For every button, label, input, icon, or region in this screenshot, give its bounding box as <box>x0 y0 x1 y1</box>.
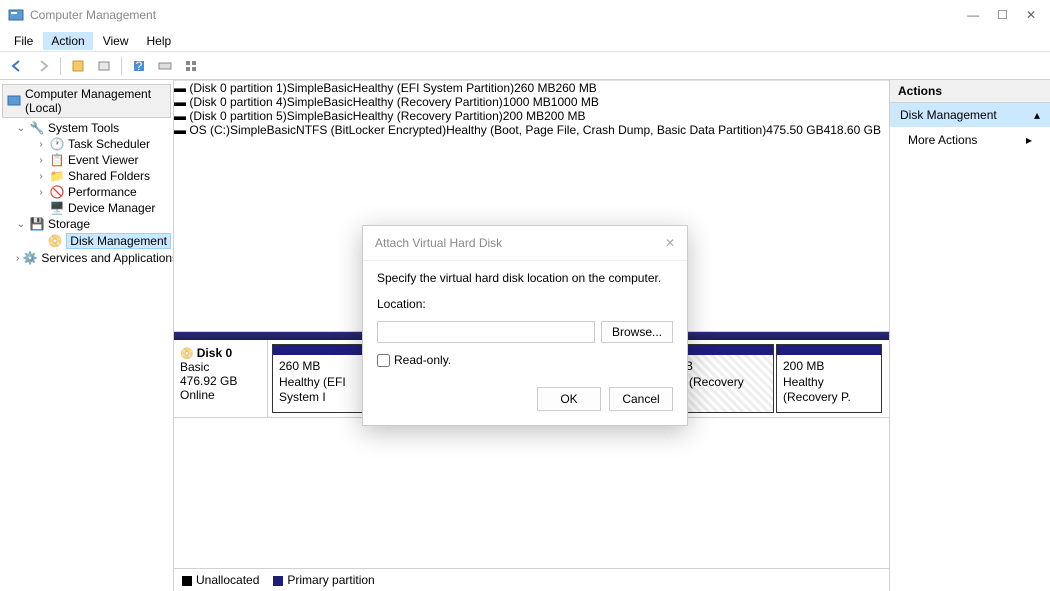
app-icon <box>8 7 24 23</box>
browse-button[interactable]: Browse... <box>601 321 673 343</box>
partition-box[interactable]: 200 MBHealthy (Recovery P. <box>776 344 882 413</box>
menu-view[interactable]: View <box>95 32 137 50</box>
menubar: File Action View Help <box>0 30 1050 52</box>
cancel-button[interactable]: Cancel <box>609 387 673 411</box>
readonly-label: Read-only. <box>394 353 451 367</box>
location-label: Location: <box>377 297 673 311</box>
wrench-icon: 🔧 <box>30 121 44 135</box>
table-row[interactable]: ▬ OS (C:)SimpleBasicNTFS (BitLocker Encr… <box>174 123 889 137</box>
tree-disk-management[interactable]: 📀Disk Management <box>2 232 171 250</box>
titlebar: Computer Management — ☐ ✕ <box>0 0 1050 30</box>
actions-panel: Actions Disk Management▴ More Actions▸ <box>890 80 1050 591</box>
disk-info[interactable]: 📀 Disk 0 Basic 476.92 GB Online <box>174 340 268 417</box>
tree-system-tools[interactable]: ⌄🔧System Tools <box>2 120 171 136</box>
computer-icon <box>7 94 21 108</box>
svg-text:?: ? <box>136 59 143 73</box>
maximize-button[interactable]: ☐ <box>997 8 1008 22</box>
actions-more[interactable]: More Actions▸ <box>890 127 1050 153</box>
perf-icon: 🚫 <box>50 185 64 199</box>
toolbar: ? <box>0 52 1050 80</box>
services-icon: ⚙️ <box>23 251 37 265</box>
readonly-checkbox[interactable] <box>377 354 390 367</box>
help-icon[interactable]: ? <box>128 55 150 77</box>
tree-panel: Computer Management (Local) ⌄🔧System Too… <box>0 80 174 591</box>
storage-icon: 💾 <box>30 217 44 231</box>
tree-performance[interactable]: ›🚫Performance <box>2 184 171 200</box>
tree-event-viewer[interactable]: ›📋Event Viewer <box>2 152 171 168</box>
forward-button[interactable] <box>32 55 54 77</box>
close-button[interactable]: ✕ <box>1026 8 1036 22</box>
table-row[interactable]: ▬ (Disk 0 partition 5)SimpleBasicHealthy… <box>174 109 889 123</box>
toolbar-icon-3[interactable] <box>154 55 176 77</box>
dialog-message: Specify the virtual hard disk location o… <box>377 271 673 285</box>
tree-device-manager[interactable]: 🖥️Device Manager <box>2 200 171 216</box>
tree-services[interactable]: ›⚙️Services and Applications <box>2 250 171 266</box>
back-button[interactable] <box>6 55 28 77</box>
table-row[interactable]: ▬ (Disk 0 partition 4)SimpleBasicHealthy… <box>174 95 889 109</box>
menu-help[interactable]: Help <box>139 32 180 50</box>
legend: Unallocated Primary partition <box>174 568 889 591</box>
menu-action[interactable]: Action <box>43 32 92 50</box>
clock-icon: 🕐 <box>50 137 64 151</box>
chevron-right-icon: ▸ <box>1026 133 1032 147</box>
event-icon: 📋 <box>50 153 64 167</box>
menu-file[interactable]: File <box>6 32 41 50</box>
device-icon: 🖥️ <box>50 201 64 215</box>
toolbar-icon-2[interactable] <box>93 55 115 77</box>
actions-section[interactable]: Disk Management▴ <box>890 103 1050 127</box>
dialog-close-icon[interactable]: ✕ <box>665 236 675 250</box>
tree-shared-folders[interactable]: ›📁Shared Folders <box>2 168 171 184</box>
window-title: Computer Management <box>30 8 967 22</box>
disk-icon: 📀 <box>48 234 62 248</box>
collapse-icon: ▴ <box>1034 108 1040 122</box>
tree-storage[interactable]: ⌄💾Storage <box>2 216 171 232</box>
table-row[interactable]: ▬ (Disk 0 partition 1)SimpleBasicHealthy… <box>174 81 889 95</box>
toolbar-icon-1[interactable] <box>67 55 89 77</box>
tree-task-scheduler[interactable]: ›🕐Task Scheduler <box>2 136 171 152</box>
folder-icon: 📁 <box>50 169 64 183</box>
minimize-button[interactable]: — <box>967 8 979 22</box>
ok-button[interactable]: OK <box>537 387 601 411</box>
toolbar-icon-4[interactable] <box>180 55 202 77</box>
attach-vhd-dialog: Attach Virtual Hard Disk ✕ Specify the v… <box>362 225 688 426</box>
actions-header: Actions <box>890 80 1050 103</box>
location-input[interactable] <box>377 321 595 343</box>
tree-root[interactable]: Computer Management (Local) <box>2 84 171 118</box>
dialog-title: Attach Virtual Hard Disk <box>375 236 502 250</box>
